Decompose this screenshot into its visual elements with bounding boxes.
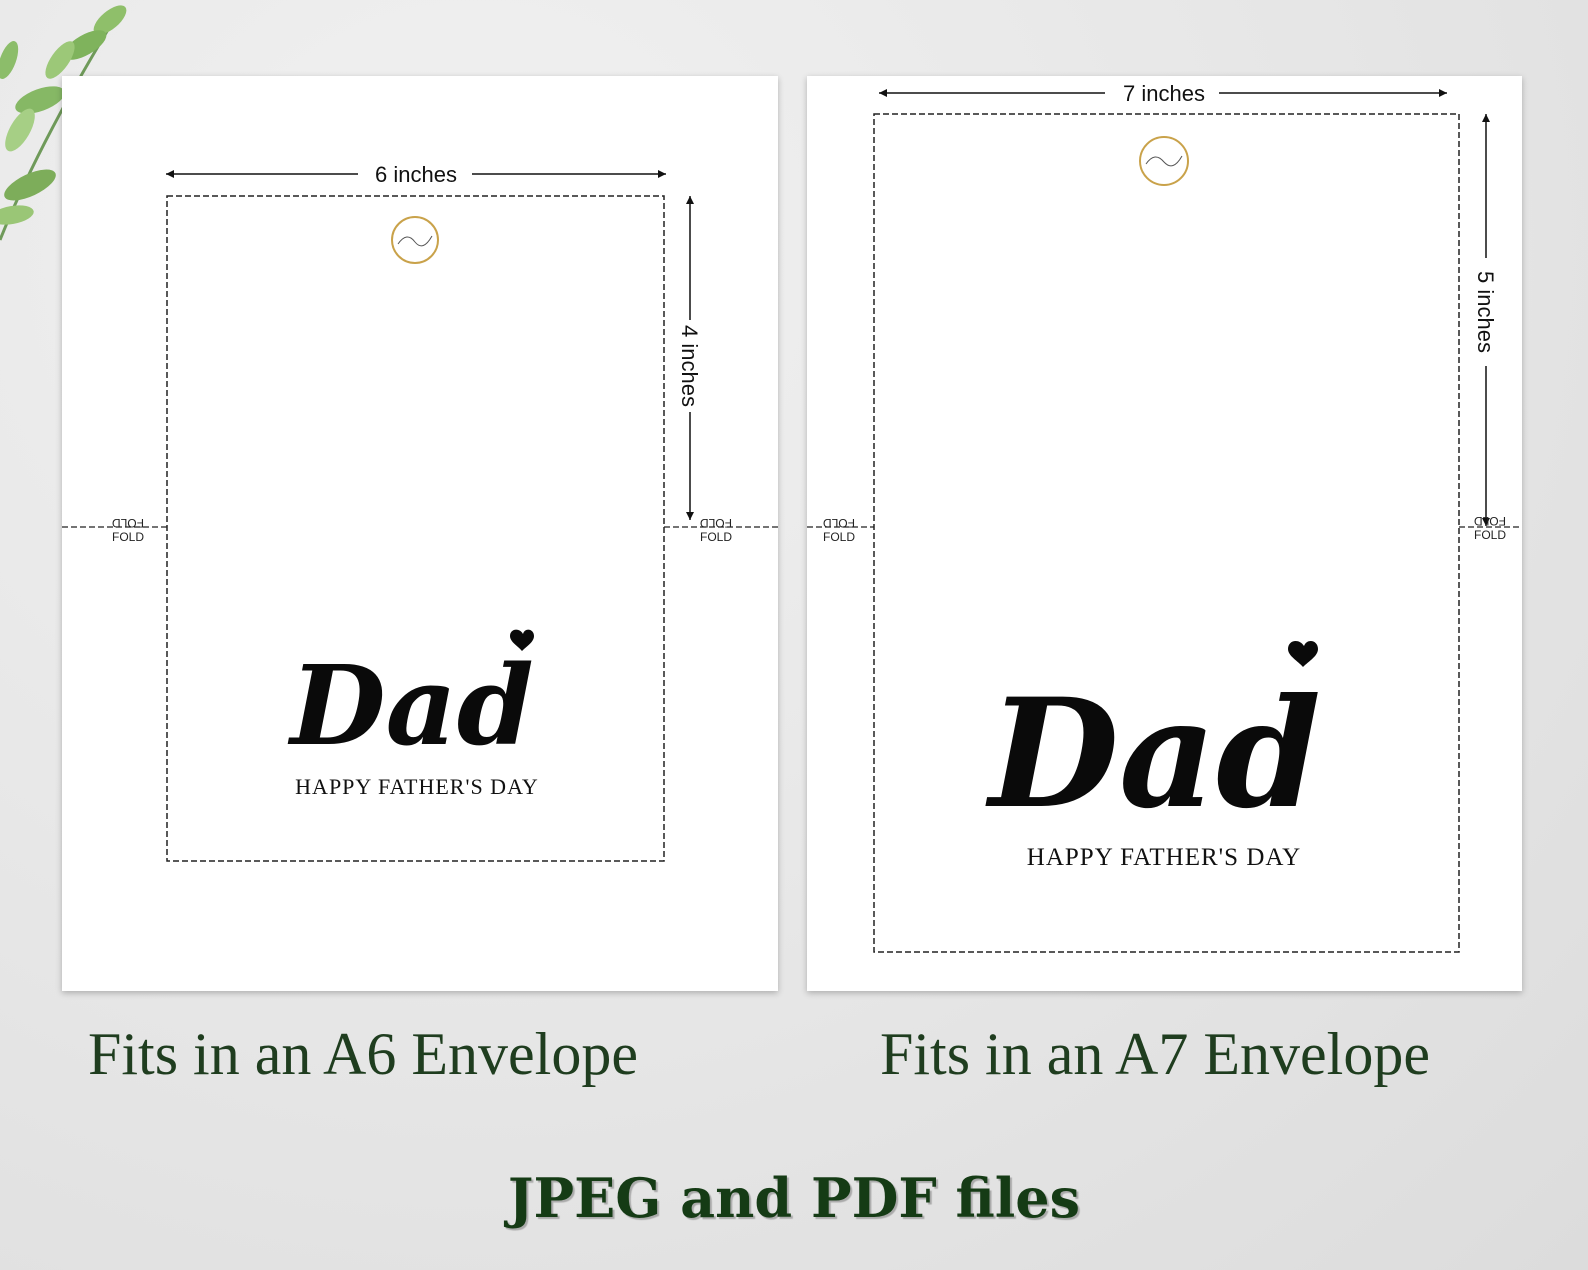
shop-logo	[1139, 136, 1189, 186]
width-label: 6 inches	[375, 162, 457, 187]
greeting-text: HAPPY FATHER'S DAY	[295, 774, 539, 799]
a7-caption: Fits in an A7 Envelope	[880, 1021, 1430, 1087]
width-label: 7 inches	[1123, 81, 1205, 106]
fold-label-left: FOLD	[823, 530, 855, 544]
height-label: 5 inches	[1473, 271, 1498, 353]
a6-card-template: 6 inches 4 inches FOLD FOLD FOLD FOLD Da…	[62, 76, 778, 991]
height-dimension: 4 inches	[677, 196, 702, 520]
shop-logo	[391, 216, 439, 264]
fold-label-right: FOLD	[1474, 528, 1506, 542]
width-dimension: 6 inches	[166, 162, 666, 187]
card-title: Dad	[985, 666, 1321, 842]
height-label: 4 inches	[677, 325, 702, 407]
fold-label-left: FOLD	[112, 530, 144, 544]
a6-caption: Fits in an A6 Envelope	[88, 1021, 638, 1087]
height-dimension: 5 inches	[1473, 114, 1498, 526]
width-dimension: 7 inches	[879, 81, 1447, 106]
card-title: Dad	[287, 641, 534, 770]
fold-label-right: FOLD	[700, 530, 732, 544]
fold-label-right-flipped: FOLD	[700, 516, 732, 530]
a7-card-template: 7 inches 5 inches FOLD FOLD FOLD FOLD Da…	[807, 76, 1522, 991]
heart-icon	[1288, 640, 1318, 667]
fold-label-right-flipped: FOLD	[1474, 514, 1506, 528]
file-formats-banner: JPEG and PDF files	[507, 1166, 1081, 1230]
fold-label-left-flipped: FOLD	[112, 516, 144, 530]
fold-label-left-flipped: FOLD	[823, 516, 855, 530]
greeting-text: HAPPY FATHER'S DAY	[1027, 844, 1301, 871]
